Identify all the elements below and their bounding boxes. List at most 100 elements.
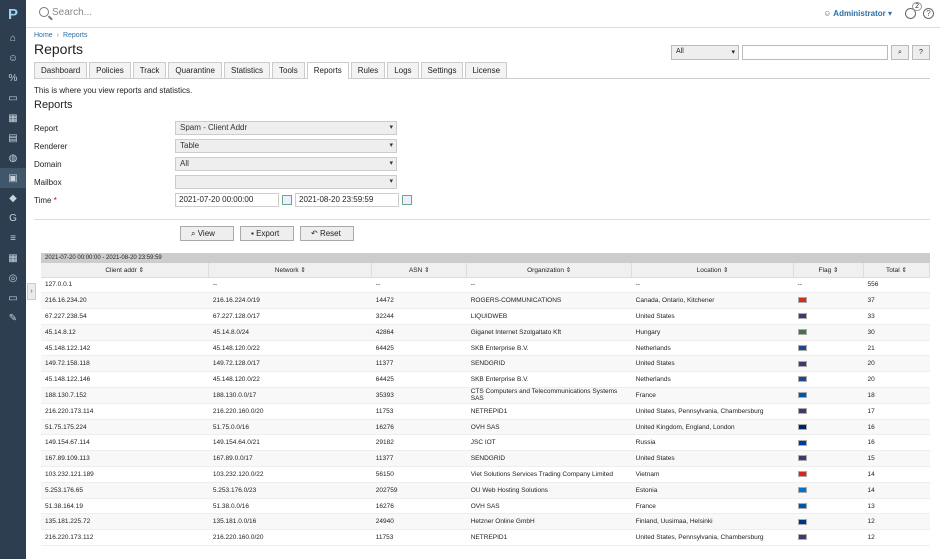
- report-label: Report: [34, 123, 59, 133]
- mailbox-label: Mailbox: [34, 177, 62, 187]
- table-row[interactable]: 103.232.121.189 103.232.120.0/22 56150 Viet…: [41, 466, 930, 483]
- table-row[interactable]: 45.148.122.142 45.148.120.0/22 64425 SKB En…: [41, 340, 930, 357]
- table-cell: 67.227.238.54: [41, 308, 209, 325]
- table-row[interactable]: 5.253.176.65 5.253.176.0/23 202759 OU Web H…: [41, 482, 930, 499]
- filter-search-button[interactable]: ⌕: [891, 45, 909, 60]
- calendar-icon[interactable]: [282, 195, 292, 205]
- reports-icon[interactable]: ▣: [0, 168, 26, 188]
- calendar-icon[interactable]: [402, 195, 412, 205]
- column-header-client-addr[interactable]: Client addr ⇕: [41, 263, 210, 278]
- table-row[interactable]: 149.154.67.114 149.154.64.0/21 29182 JSC IO…: [41, 434, 930, 452]
- tab-license[interactable]: License: [465, 62, 508, 78]
- table-cell: 11753: [371, 403, 467, 420]
- flag-icon: [797, 297, 807, 304]
- mailbox-select[interactable]: [175, 175, 397, 189]
- flag-icon: [797, 329, 807, 336]
- table-row[interactable]: 188.130.7.152 188.130.0.0/17 35393 CTS Comp…: [41, 387, 930, 404]
- breadcrumb-home[interactable]: Home: [34, 32, 53, 39]
- tab-statistics[interactable]: Statistics: [224, 62, 271, 78]
- user-name: Administrator: [833, 9, 886, 18]
- sliders-icon[interactable]: ≡: [0, 228, 26, 248]
- table-cell: Netherlands: [631, 371, 794, 389]
- table-cell: NETREPID1: [466, 403, 632, 420]
- filter-help-button[interactable]: ?: [912, 45, 930, 60]
- tab-tools[interactable]: Tools: [272, 62, 305, 78]
- percent-icon[interactable]: %: [0, 68, 26, 88]
- tab-settings[interactable]: Settings: [420, 62, 464, 78]
- table-cell: --: [793, 277, 864, 294]
- table-row[interactable]: 216.220.173.112 216.220.160.0/20 11753 NETR…: [41, 529, 930, 547]
- tab-reports[interactable]: Reports: [306, 62, 349, 79]
- table-cell: 149.72.128.0/17: [208, 355, 372, 373]
- table-row[interactable]: 149.72.158.118 149.72.128.0/17 11377 SENDGR…: [41, 355, 930, 373]
- inbox-icon[interactable]: ▭: [0, 288, 26, 308]
- column-header-total[interactable]: Total ⇕: [863, 263, 931, 278]
- search-icon: [39, 7, 49, 17]
- user-icon[interactable]: ☺: [0, 48, 26, 68]
- filter-box: All ⌕ ?: [671, 45, 930, 60]
- g-icon[interactable]: G: [0, 208, 26, 228]
- table-row[interactable]: 67.227.238.54 67.227.128.0/17 32244 LIQUIDW…: [41, 308, 930, 325]
- report-select[interactable]: Spam - Client Addr: [175, 121, 397, 135]
- table-row[interactable]: 135.181.225.72 135.181.0.0/16 24940 Hetzner…: [41, 513, 930, 531]
- app-logo[interactable]: P: [0, 0, 26, 28]
- renderer-select[interactable]: Table: [175, 139, 397, 153]
- tab-logs[interactable]: Logs: [387, 62, 419, 78]
- column-header-label: Total: [885, 266, 900, 274]
- time-from-input[interactable]: 2021-07-20 00:00:00: [175, 193, 279, 207]
- column-header-flag[interactable]: Flag ⇕: [793, 263, 864, 278]
- table-cell: 33: [863, 308, 930, 325]
- sort-icon: ⇕: [298, 266, 306, 274]
- table-row[interactable]: 45.148.122.146 45.148.120.0/22 64425 SKB En…: [41, 371, 930, 389]
- apps-icon[interactable]: ▦: [0, 248, 26, 268]
- table-row[interactable]: 51.75.175.224 51.75.0.0/16 16276 OVH SAS Uni…: [41, 419, 930, 436]
- breadcrumb-current[interactable]: Reports: [63, 32, 88, 39]
- table-cell: 216.220.173.112: [41, 529, 209, 547]
- sort-icon: ⇕: [422, 266, 430, 274]
- required-marker: *: [53, 195, 57, 205]
- global-search-input[interactable]: Search...: [52, 7, 92, 18]
- column-header-network[interactable]: Network ⇕: [208, 263, 373, 278]
- tab-quarantine[interactable]: Quarantine: [168, 62, 223, 78]
- column-header-organization[interactable]: Organization ⇕: [466, 263, 633, 278]
- cube-icon[interactable]: ◆: [0, 188, 26, 208]
- view-button[interactable]: ⌕ View: [180, 226, 234, 241]
- help-icon[interactable]: ?: [923, 8, 934, 19]
- column-header-location[interactable]: Location ⇕: [631, 263, 795, 278]
- table-cell: Netherlands: [631, 340, 794, 357]
- flag-icon: [797, 423, 807, 430]
- filter-select[interactable]: All: [671, 45, 739, 60]
- grid-icon[interactable]: ▦: [0, 108, 26, 128]
- table-row[interactable]: 45.14.8.12 45.14.8.0/24 42864 Giganet Inter…: [41, 324, 930, 341]
- table-row[interactable]: 167.89.109.113 167.89.0.0/17 11377 SENDGRID…: [41, 450, 930, 468]
- reset-label: Reset: [319, 229, 341, 238]
- table-cell: 37: [863, 292, 930, 310]
- tab-track[interactable]: Track: [132, 62, 167, 78]
- table-row[interactable]: 127.0.0.1 -- -- -- -- -- 556: [41, 277, 930, 294]
- tab-rules[interactable]: Rules: [350, 62, 386, 78]
- table-cell: United Kingdom, England, London: [631, 419, 794, 436]
- home-icon[interactable]: ⌂: [0, 28, 26, 48]
- flag-icon: [797, 471, 807, 478]
- monitor-icon[interactable]: ▭: [0, 88, 26, 108]
- flag-icon: [797, 534, 807, 541]
- reset-button[interactable]: ↶ Reset: [300, 226, 354, 241]
- filter-input[interactable]: [742, 45, 888, 60]
- column-header-asn[interactable]: ASN ⇕: [371, 263, 468, 278]
- book-icon[interactable]: ▤: [0, 128, 26, 148]
- table-row[interactable]: 216.220.173.114 216.220.160.0/20 11753 NETR…: [41, 403, 930, 420]
- export-button[interactable]: ▪ Export: [240, 226, 294, 241]
- table-row[interactable]: 51.38.164.19 51.38.0.0/16 16276 OVH SAS Fran…: [41, 498, 930, 515]
- sort-icon: ⇕: [721, 266, 729, 274]
- globe-icon[interactable]: ◍: [0, 148, 26, 168]
- table-row[interactable]: 216.16.234.20 216.16.224.0/19 14472 ROGERS-…: [41, 292, 930, 310]
- tab-dashboard[interactable]: Dashboard: [34, 62, 88, 78]
- time-to-input[interactable]: 2021-08-20 23:59:59: [295, 193, 399, 207]
- divider: [34, 219, 930, 220]
- zoom-icon[interactable]: ◎: [0, 268, 26, 288]
- table-cell: [793, 466, 864, 483]
- wrench-icon[interactable]: ✎: [0, 308, 26, 328]
- domain-select[interactable]: All: [175, 157, 397, 171]
- user-menu[interactable]: ☺ Administrator ▾: [823, 9, 892, 18]
- tab-policies[interactable]: Policies: [89, 62, 131, 78]
